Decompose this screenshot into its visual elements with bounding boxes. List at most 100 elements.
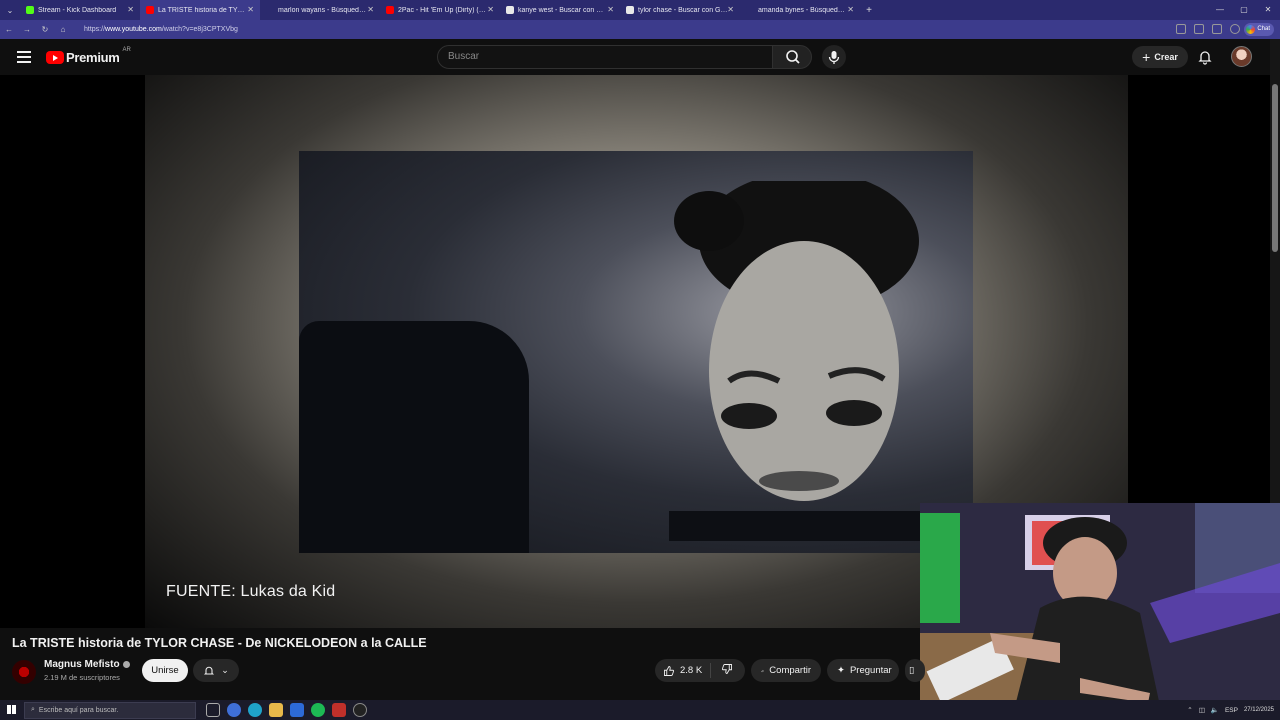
microphone-icon [828,51,840,64]
page-scrollbar-thumb[interactable] [1272,84,1278,252]
like-count: 2.8 K [680,665,703,676]
reload-icon[interactable]: ↻ [36,25,54,34]
maximize-icon[interactable]: ▢ [1232,0,1256,20]
chat-logo-icon [1246,25,1256,34]
clock-date: 27/12/2025 [1243,707,1274,713]
sparkle-icon: ✦ [837,665,845,676]
app-icon-red[interactable] [332,703,346,717]
tab-favicon-icon [626,6,634,14]
windows-logo-icon [6,704,16,714]
spotify-icon[interactable] [311,703,325,717]
browser-tab[interactable]: amanda bynes - Búsqueda Imágenes✕ [740,0,860,20]
channel-name-row[interactable]: Magnus Mefisto [44,659,130,670]
forward-icon[interactable]: → [18,25,36,34]
bookmark-star-icon[interactable] [1194,24,1204,34]
tab-close-icon[interactable]: ✕ [127,5,134,14]
extensions-icon[interactable] [1212,24,1222,34]
minimize-icon[interactable]: — [1208,0,1232,20]
tab-close-icon[interactable]: ✕ [247,5,254,14]
channel-avatar[interactable] [12,660,36,684]
plus-icon: + [1142,49,1151,65]
menu-icon[interactable] [17,51,31,63]
back-icon[interactable]: ← [0,25,18,34]
start-button[interactable] [0,704,22,716]
verified-icon [122,660,130,668]
browser-tab[interactable]: La TRISTE historia de TYLOR CHASE✕ [140,0,260,20]
language-indicator[interactable]: ESP [1225,707,1238,714]
like-dislike-group: 2.8 K [655,659,745,682]
share-label: Compartir [769,665,811,676]
taskbar-apps [206,703,367,717]
tab-list-chevron-icon[interactable]: ⌄ [0,6,20,15]
file-explorer-icon[interactable] [269,703,283,717]
new-tab-button[interactable]: + [860,5,878,16]
taskbar-search-box[interactable]: ⌕ Escribe aquí para buscar. [24,701,196,719]
youtube-play-icon [46,51,64,64]
address-bar-row: ← → ↻ ⌂ https://www.youtube.com/watch?v=… [0,20,1280,39]
browser-tab[interactable]: 2Pac - Hit 'Em Up (Dirty) (Music Video)✕ [380,0,500,20]
save-button[interactable]: ▯ [905,659,925,682]
tab-favicon-icon [386,6,394,14]
browser-tab[interactable]: tylor chase - Buscar con Google ✕ [620,0,740,20]
app-icon-recorder[interactable] [353,703,367,717]
tab-close-icon[interactable]: ✕ [847,5,854,14]
share-button[interactable]: Compartir [751,659,821,682]
volume-icon[interactable]: 🔈 [1211,706,1219,714]
chat-button[interactable]: Chat [1244,23,1274,36]
tab-title: marlon wayans - Búsqueda Imágenes [278,6,368,14]
tab-title: amanda bynes - Búsqueda Imágenes [758,6,848,14]
youtube-logo[interactable]: Premium AR [46,46,131,65]
ask-button[interactable]: ✦ Preguntar [827,659,899,682]
tab-close-icon[interactable]: ✕ [487,5,494,14]
url-field[interactable]: https://www.youtube.com/watch?v=e8j3CPTX… [78,23,1118,37]
url-scheme: https:// [84,26,106,33]
video-title: La TRISTE historia de TYLOR CHASE - De N… [12,636,427,650]
notifications-bell-icon[interactable] [1197,49,1213,65]
webcam-overlay [920,503,1280,706]
voice-search-button[interactable] [822,45,846,69]
like-button[interactable]: 2.8 K [655,663,711,678]
profile-icon[interactable] [1230,24,1240,34]
search-button[interactable] [772,45,812,69]
browser-tab[interactable]: marlon wayans - Búsqueda Imágenes✕ [260,0,380,20]
create-button[interactable]: + Crear [1132,46,1188,68]
tab-title: Stream - Kick Dashboard [38,6,117,14]
clock[interactable]: 27/12/2025 [1244,706,1274,714]
close-window-icon[interactable]: ✕ [1256,0,1280,20]
dislike-button[interactable] [711,663,733,678]
browser-tab[interactable]: kanye west - Buscar con Google✕ [500,0,620,20]
search-input[interactable]: Buscar [437,45,773,69]
subscriber-count: 2.19 M de suscriptores [44,673,120,682]
app-icon-edge[interactable] [248,703,262,717]
tray-chevron-icon[interactable]: ⌃ [1187,706,1192,714]
chevron-down-icon: ⌄ [221,665,229,675]
account-avatar[interactable] [1231,46,1252,67]
tab-title: La TRISTE historia de TYLOR CHASE [158,6,248,14]
thumbs-up-icon [664,665,675,676]
channel-name[interactable]: Magnus Mefisto [44,659,120,670]
tab-close-icon[interactable]: ✕ [607,5,614,14]
taskbar-search-placeholder: Escribe aquí para buscar. [38,706,119,714]
translate-icon[interactable] [1176,24,1186,34]
video-inner-frame [299,151,973,553]
tab-close-icon[interactable]: ✕ [727,5,734,14]
app-icon-store[interactable] [290,703,304,717]
region-code: AR [122,46,131,53]
tab-favicon-icon [26,6,34,14]
app-icon-browser[interactable] [227,703,241,717]
save-icon: ▯ [909,665,915,676]
tab-favicon-icon [146,6,154,14]
join-button[interactable]: Unirse [142,659,188,682]
url-host: www.youtube.com [105,26,162,33]
url-path: /watch?v=e8j3CPTXVbg [161,26,238,33]
task-view-icon[interactable] [206,703,220,717]
home-icon[interactable]: ⌂ [54,25,72,34]
tab-close-icon[interactable]: ✕ [367,5,374,14]
subscription-bell-button[interactable]: ⌄ [193,659,239,682]
browser-tab[interactable]: Stream - Kick Dashboard ✕ [20,0,140,20]
create-label: Crear [1154,52,1178,62]
video-caption: FUENTE: Lukas da Kid [166,583,336,600]
share-icon [761,669,765,672]
tab-favicon-icon [746,6,754,14]
network-icon[interactable]: ◫ [1199,706,1205,714]
